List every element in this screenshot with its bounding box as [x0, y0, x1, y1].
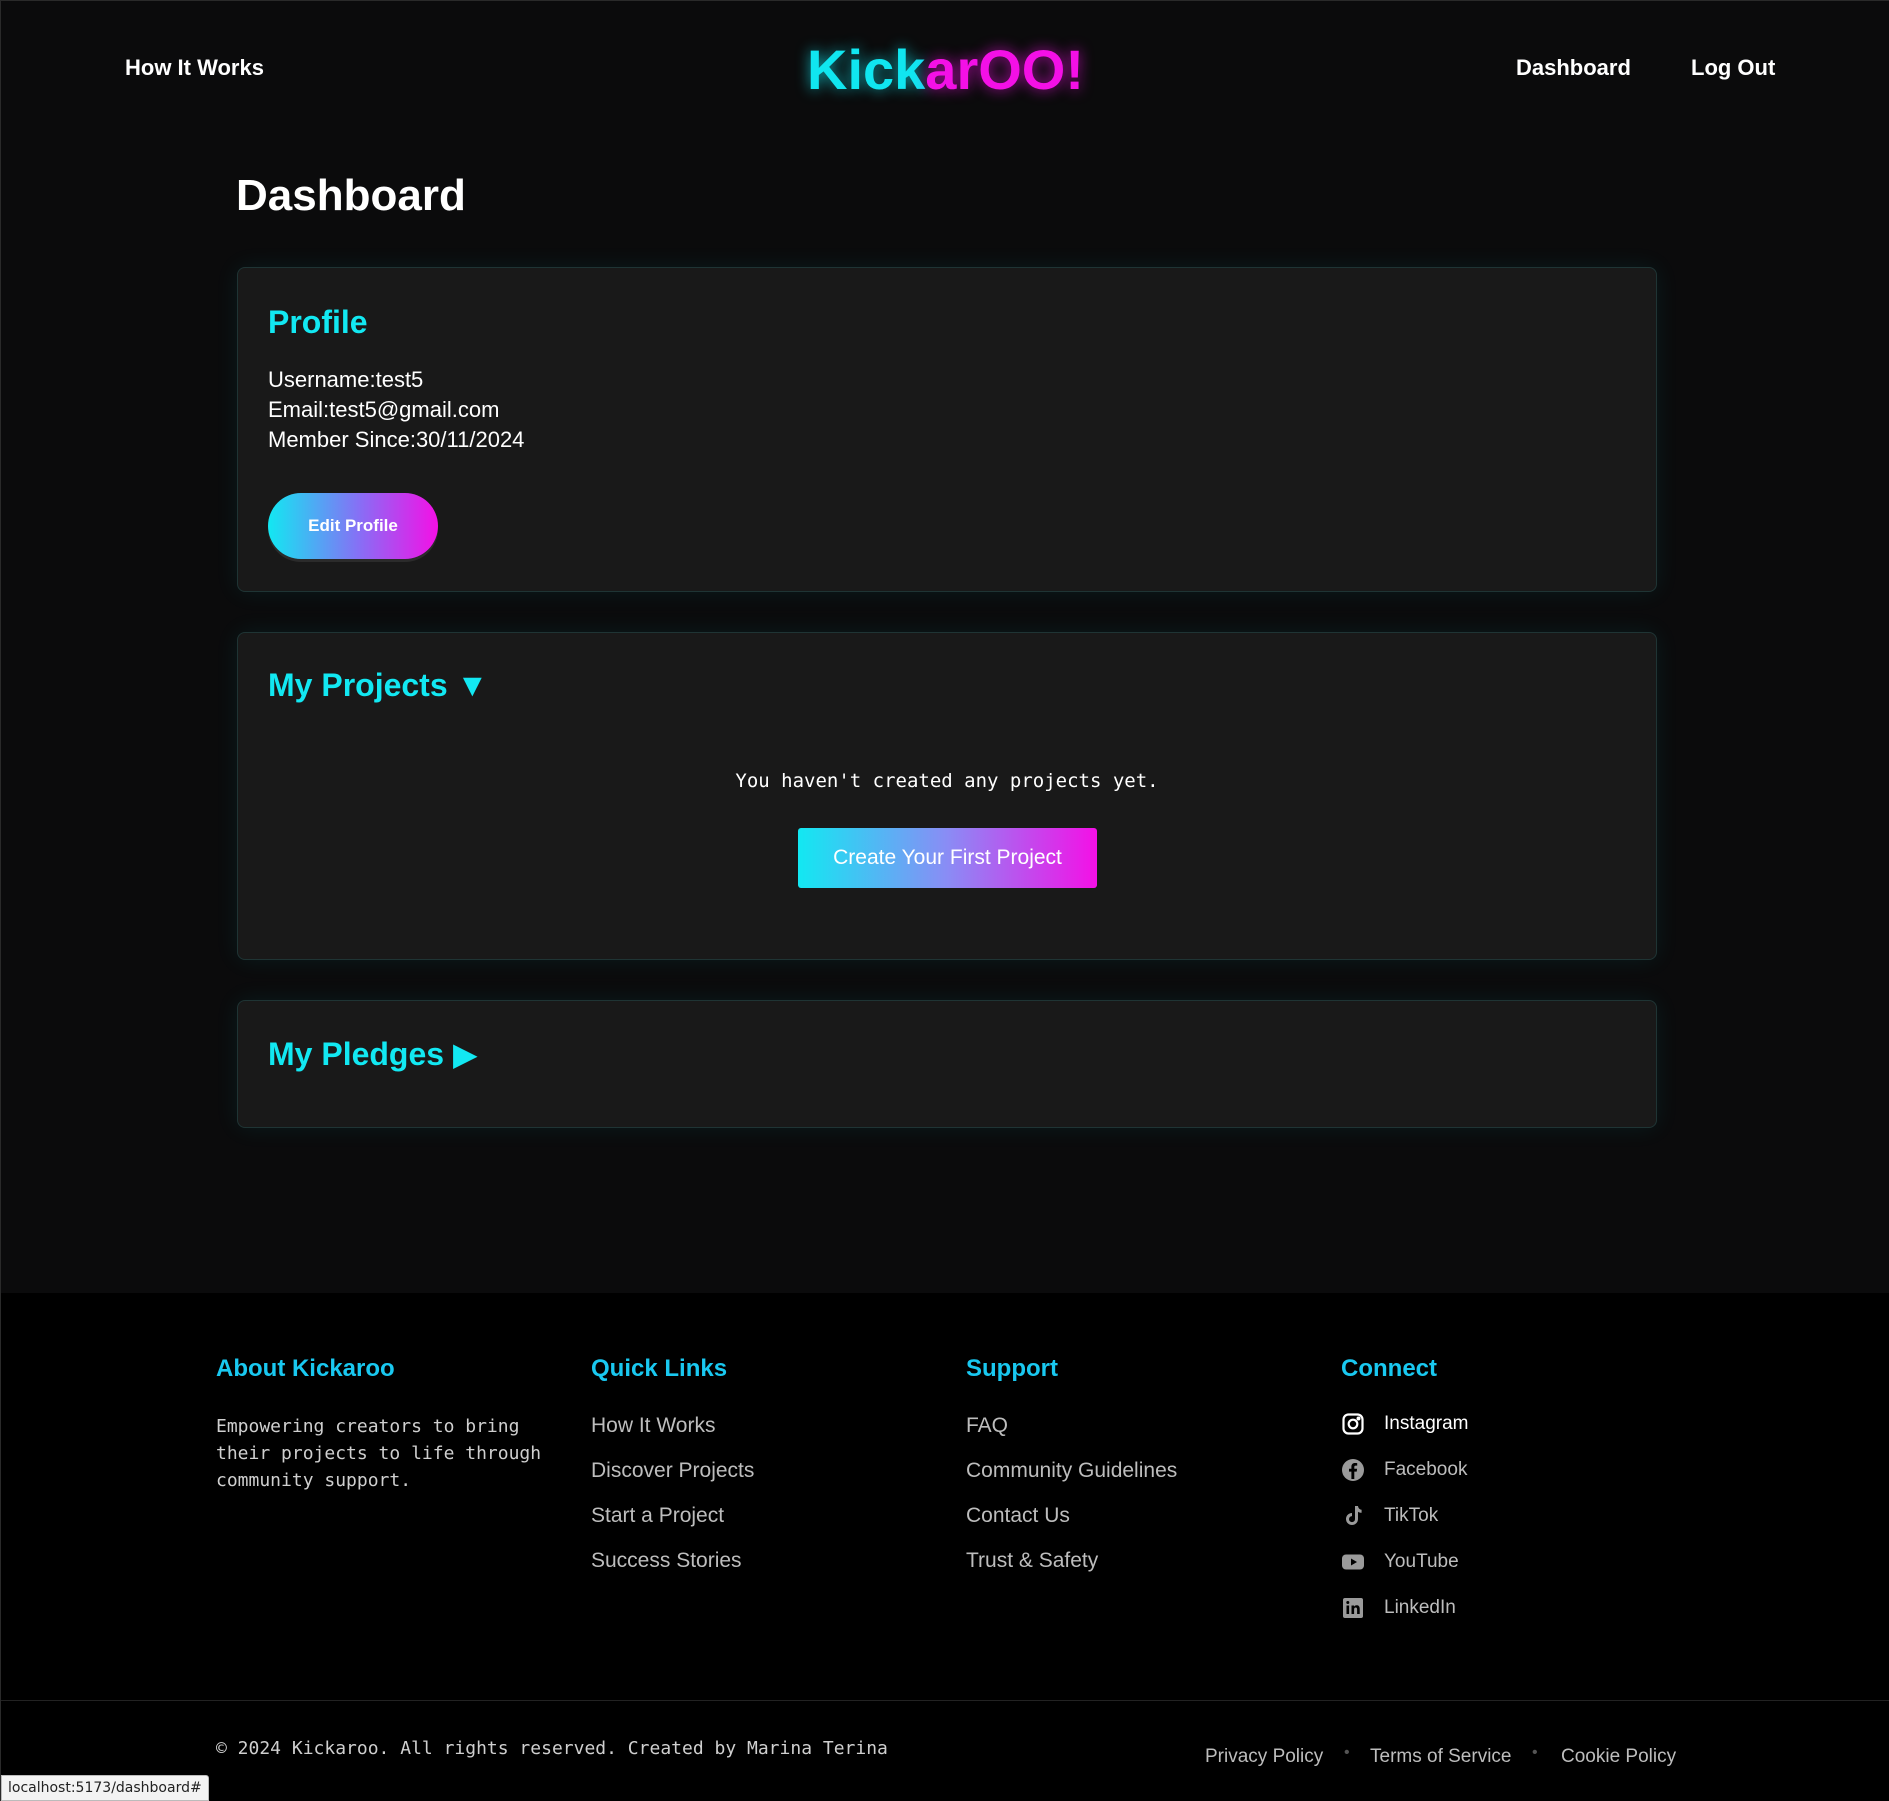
- social-facebook[interactable]: Facebook: [1341, 1458, 1467, 1482]
- footer-link-discover-projects[interactable]: Discover Projects: [591, 1459, 754, 1483]
- social-instagram[interactable]: Instagram: [1341, 1412, 1468, 1436]
- about-text: Empowering creators to bring their proje…: [216, 1416, 542, 1491]
- social-label: Facebook: [1384, 1459, 1468, 1480]
- youtube-icon: [1342, 1554, 1364, 1570]
- quick-links-title: Quick Links: [591, 1355, 728, 1382]
- projects-toggle[interactable]: My Projects ▼: [268, 667, 488, 704]
- page-title: Dashboard: [236, 171, 466, 220]
- facebook-icon: [1342, 1459, 1364, 1481]
- nav-logout[interactable]: Log Out: [1691, 55, 1775, 81]
- projects-empty-message: You haven't created any projects yet.: [735, 770, 1159, 792]
- social-tiktok[interactable]: TikTok: [1341, 1504, 1438, 1528]
- logo-kick: Kick: [807, 38, 926, 101]
- social-linkedin[interactable]: LinkedIn: [1341, 1596, 1456, 1620]
- footer-link-community-guidelines[interactable]: Community Guidelines: [966, 1459, 1177, 1483]
- create-first-project-button[interactable]: Create Your First Project: [798, 828, 1097, 888]
- social-label: TikTok: [1384, 1505, 1439, 1526]
- profile-card: Profile Username:test5 Email:test5@gmail…: [237, 267, 1657, 592]
- pledges-toggle[interactable]: My Pledges ▶: [268, 1035, 478, 1073]
- cookie-policy-link[interactable]: Cookie Policy: [1561, 1746, 1676, 1768]
- pledges-card: My Pledges ▶: [237, 1000, 1657, 1128]
- logo-aroo: arOO!: [925, 38, 1084, 101]
- legal-separator: •: [1344, 1744, 1350, 1761]
- linkedin-icon: [1343, 1598, 1363, 1618]
- footer-divider: [1, 1700, 1889, 1701]
- nav-dashboard[interactable]: Dashboard: [1516, 55, 1631, 81]
- footer-link-faq[interactable]: FAQ: [966, 1414, 1008, 1438]
- legal-separator: •: [1532, 1744, 1538, 1761]
- site-footer: About Kickaroo Empowering creators to br…: [1, 1293, 1889, 1801]
- footer-about: About Kickaroo: [216, 1355, 395, 1383]
- privacy-policy-link[interactable]: Privacy Policy: [1205, 1746, 1323, 1768]
- footer-link-success-stories[interactable]: Success Stories: [591, 1549, 742, 1573]
- social-label: LinkedIn: [1384, 1597, 1456, 1618]
- social-label: YouTube: [1384, 1551, 1459, 1572]
- social-youtube[interactable]: YouTube: [1341, 1550, 1459, 1574]
- about-title: About Kickaroo: [216, 1355, 395, 1382]
- terms-of-service-link[interactable]: Terms of Service: [1370, 1746, 1511, 1768]
- footer-link-contact-us[interactable]: Contact Us: [966, 1504, 1070, 1528]
- footer-connect: Connect: [1341, 1355, 1437, 1383]
- copyright: © 2024 Kickaroo. All rights reserved. Cr…: [216, 1738, 888, 1759]
- instagram-icon: [1342, 1413, 1364, 1435]
- profile-member-since: Member Since:30/11/2024: [268, 427, 525, 452]
- profile-email: Email:test5@gmail.com: [268, 397, 500, 422]
- browser-status-url: localhost:5173/dashboard#: [1, 1775, 209, 1801]
- profile-username: Username:test5: [268, 367, 424, 392]
- footer-link-trust-safety[interactable]: Trust & Safety: [966, 1549, 1098, 1573]
- projects-card: My Projects ▼ You haven't created any pr…: [237, 632, 1657, 960]
- footer-link-start-project[interactable]: Start a Project: [591, 1504, 724, 1528]
- social-label: Instagram: [1384, 1413, 1469, 1434]
- footer-link-how-it-works[interactable]: How It Works: [591, 1414, 715, 1438]
- site-header: How It Works KickarOO! Dashboard Log Out: [1, 1, 1889, 141]
- profile-title: Profile: [268, 304, 368, 340]
- footer-support: Support: [966, 1355, 1058, 1383]
- tiktok-icon: [1346, 1506, 1362, 1525]
- connect-title: Connect: [1341, 1355, 1437, 1382]
- support-title: Support: [966, 1355, 1058, 1382]
- footer-quick-links: Quick Links: [591, 1355, 727, 1383]
- edit-profile-button[interactable]: Edit Profile: [268, 493, 438, 559]
